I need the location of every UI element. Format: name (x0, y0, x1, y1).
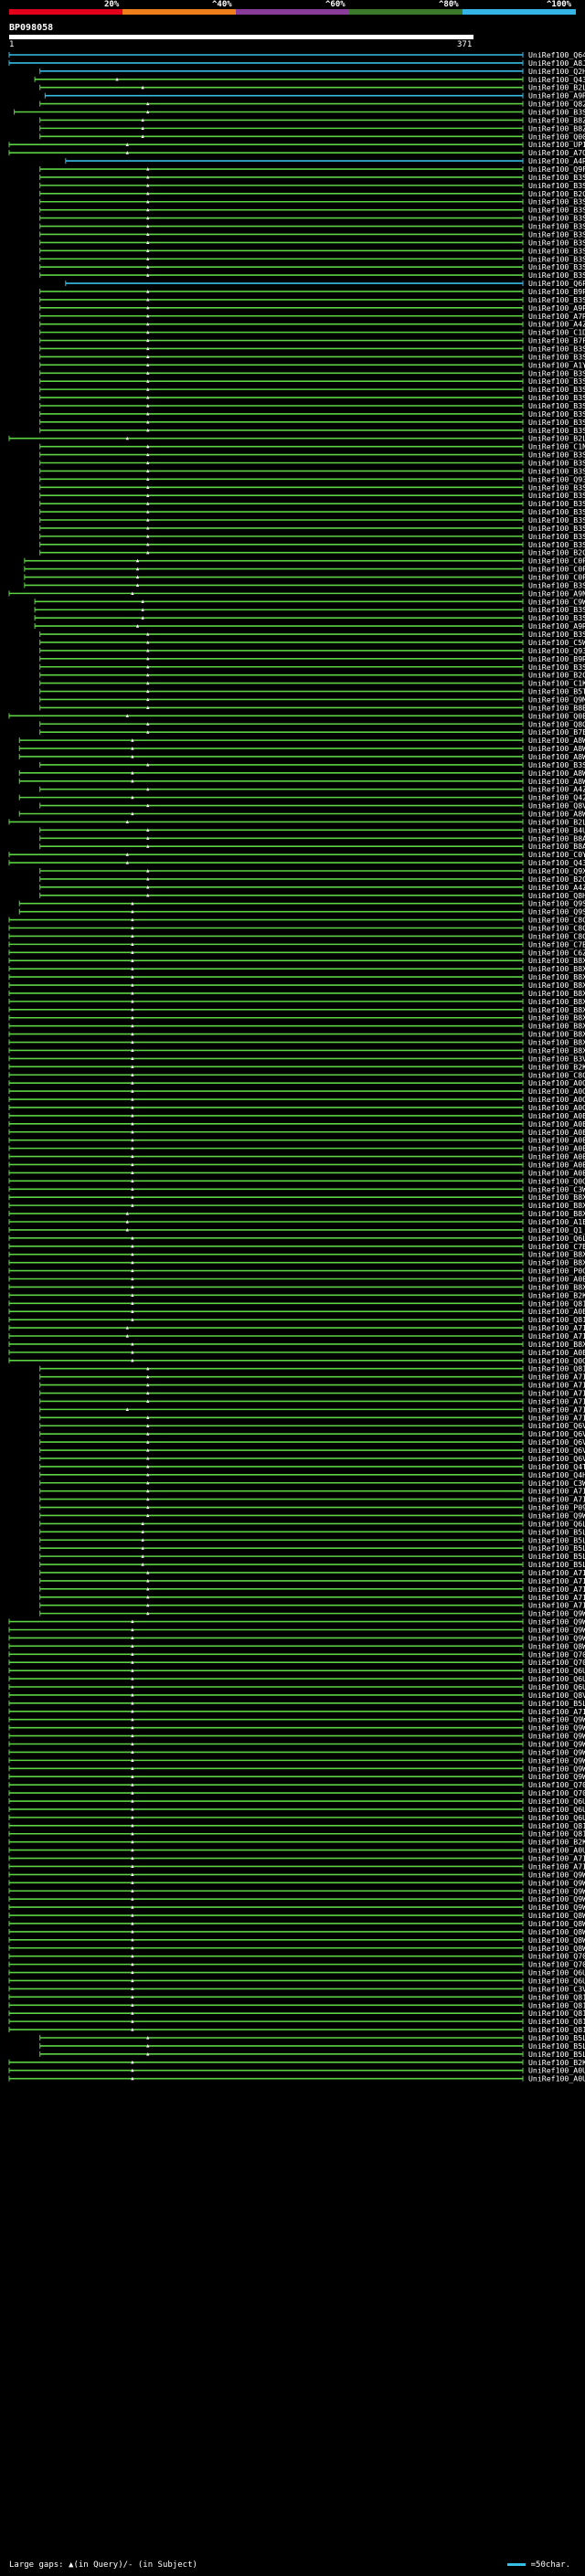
legend-scale-text: =50char. (530, 2560, 570, 2570)
hit-alignment-graphic: UniRef100_Q64925UniRef100_A8JGF5UniRef10… (8, 50, 585, 2083)
scale-label: ^100% (547, 0, 572, 9)
scale-label: 20% (104, 0, 120, 9)
scale-label: ^60% (325, 0, 346, 9)
legend-line-icon (507, 2563, 526, 2566)
legend-scale: =50char. (507, 2560, 570, 2570)
scale-label: ^80% (439, 0, 459, 9)
legend-gaps-text: Large gaps: ▲(in Query)/- (in Subject) (9, 2560, 197, 2570)
legend: Large gaps: ▲(in Query)/- (in Subject) =… (9, 2560, 576, 2570)
hit-label[interactable]: UniRef100_A0UGU9 (528, 2074, 585, 2083)
scale-label: ^40% (212, 0, 232, 9)
